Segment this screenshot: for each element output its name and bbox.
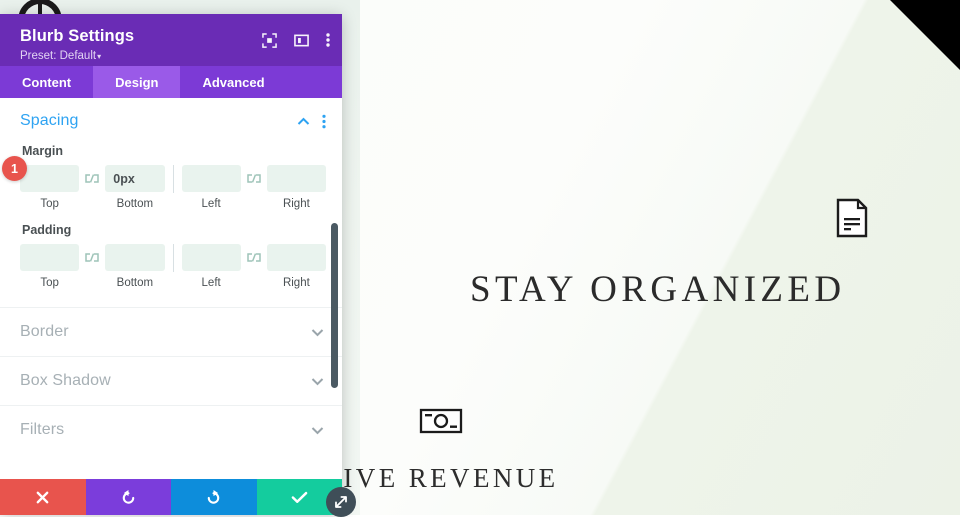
- padding-left-right-pair: Left Right: [181, 244, 326, 289]
- spacing-section-icons: [297, 114, 326, 129]
- undo-arrow-icon: [122, 489, 135, 504]
- tab-advanced[interactable]: Advanced: [180, 66, 286, 98]
- margin-left-caption: Left: [201, 198, 221, 210]
- padding-left-caption: Left: [201, 277, 221, 289]
- modal-tabs: Content Design Advanced: [0, 66, 342, 98]
- margin-bottom-cell: Bottom: [105, 165, 165, 210]
- modal-header: Blurb Settings Preset: Default▾: [0, 14, 342, 66]
- spacing-section-title: Spacing: [20, 112, 79, 129]
- padding-link-horizontal-icon[interactable]: [241, 244, 267, 271]
- padding-label: Padding: [22, 223, 72, 237]
- padding-top-input[interactable]: [20, 244, 80, 271]
- section-box-shadow-label: Box Shadow: [20, 372, 111, 389]
- section-box-shadow[interactable]: Box Shadow: [0, 356, 342, 405]
- panel-scrollbar[interactable]: [331, 223, 338, 388]
- padding-fields-row: Top Bottom Left Right: [20, 244, 326, 289]
- spacing-change-badge: 1: [2, 156, 27, 181]
- padding-right-caption: Right: [282, 277, 310, 289]
- margin-top-input[interactable]: [20, 165, 80, 192]
- close-x-icon: [36, 491, 49, 503]
- padding-right-cell: Right: [266, 244, 326, 289]
- kebab-menu-icon[interactable]: [322, 114, 326, 129]
- section-border[interactable]: Border: [0, 307, 342, 356]
- margin-bottom-input[interactable]: [105, 165, 165, 192]
- kebab-menu-icon[interactable]: [326, 32, 330, 48]
- chevron-up-icon[interactable]: [297, 117, 310, 126]
- padding-top-bottom-pair: Top Bottom: [20, 244, 165, 289]
- focus-target-icon[interactable]: [262, 32, 277, 48]
- margin-bottom-caption: Bottom: [116, 198, 154, 210]
- cancel-button[interactable]: [0, 479, 86, 515]
- margin-right-caption: Right: [282, 198, 310, 210]
- padding-group: Padding Top Bottom Left Right: [0, 223, 342, 289]
- tab-design[interactable]: Design: [93, 66, 181, 98]
- redo-button[interactable]: [171, 479, 257, 515]
- margin-group: Margin Top 0px Bottom Left Right: [0, 144, 342, 210]
- black-corner-triangle: [890, 0, 960, 70]
- section-filters-label: Filters: [20, 421, 65, 438]
- layout-panel-icon[interactable]: [294, 33, 309, 48]
- margin-link-horizontal-icon[interactable]: [241, 165, 267, 192]
- padding-top-cell: Top: [20, 244, 80, 289]
- margin-right-input[interactable]: [266, 165, 326, 192]
- chevron-down-icon[interactable]: [311, 328, 324, 337]
- margin-divider: [172, 165, 174, 193]
- padding-bottom-cell: Bottom: [105, 244, 165, 289]
- margin-right-cell: Right: [266, 165, 326, 210]
- secondary-heading: RIVE REVENUE: [322, 463, 559, 493]
- margin-top-caption: Top: [40, 198, 59, 210]
- collapsed-sections: Border Box Shadow Filters: [0, 307, 342, 454]
- redo-arrow-icon: [207, 489, 220, 504]
- modal-header-icons: [262, 32, 330, 48]
- chevron-down-icon[interactable]: [311, 377, 324, 386]
- tab-content[interactable]: Content: [0, 66, 93, 98]
- section-border-label: Border: [20, 323, 69, 340]
- padding-left-input[interactable]: [181, 244, 241, 271]
- padding-top-caption: Top: [40, 277, 59, 289]
- blurb-settings-modal: Blurb Settings Preset: Default▾ Content …: [0, 14, 342, 515]
- checkmark-icon: [291, 491, 308, 503]
- resize-diagonal-icon: [335, 496, 347, 508]
- margin-top-cell: Top: [20, 165, 80, 210]
- margin-left-input[interactable]: [181, 165, 241, 192]
- preset-caret-icon: ▾: [97, 52, 102, 61]
- padding-right-input[interactable]: [266, 244, 326, 271]
- padding-link-vertical-icon[interactable]: [79, 244, 105, 271]
- banknote-icon: [419, 408, 463, 434]
- margin-label: Margin: [22, 144, 63, 158]
- margin-left-right-pair: Left Right: [181, 165, 326, 210]
- modal-footer: [0, 479, 342, 515]
- chevron-down-icon[interactable]: [311, 426, 324, 435]
- modal-resize-handle[interactable]: [326, 487, 356, 517]
- preset-selector[interactable]: Preset: Default▾: [20, 49, 328, 64]
- hero-heading: STAY ORGANIZED: [470, 269, 846, 310]
- margin-top-bottom-pair: Top Bottom: [20, 165, 165, 210]
- padding-bottom-input[interactable]: [105, 244, 165, 271]
- margin-link-vertical-icon[interactable]: [79, 165, 105, 192]
- padding-bottom-caption: Bottom: [116, 277, 154, 289]
- undo-button[interactable]: [85, 479, 171, 515]
- margin-left-cell: Left: [181, 165, 241, 210]
- section-filters[interactable]: Filters: [0, 405, 342, 454]
- padding-divider: [172, 244, 174, 272]
- margin-fields-row: Top Bottom: [20, 165, 326, 210]
- document-icon: [836, 198, 868, 238]
- padding-left-cell: Left: [181, 244, 241, 289]
- preset-label: Preset: Default: [20, 50, 97, 62]
- spacing-section-header[interactable]: Spacing: [0, 98, 342, 138]
- modal-body: 1 Spacing Margin Top 0px Bottom Left Rig…: [0, 98, 342, 479]
